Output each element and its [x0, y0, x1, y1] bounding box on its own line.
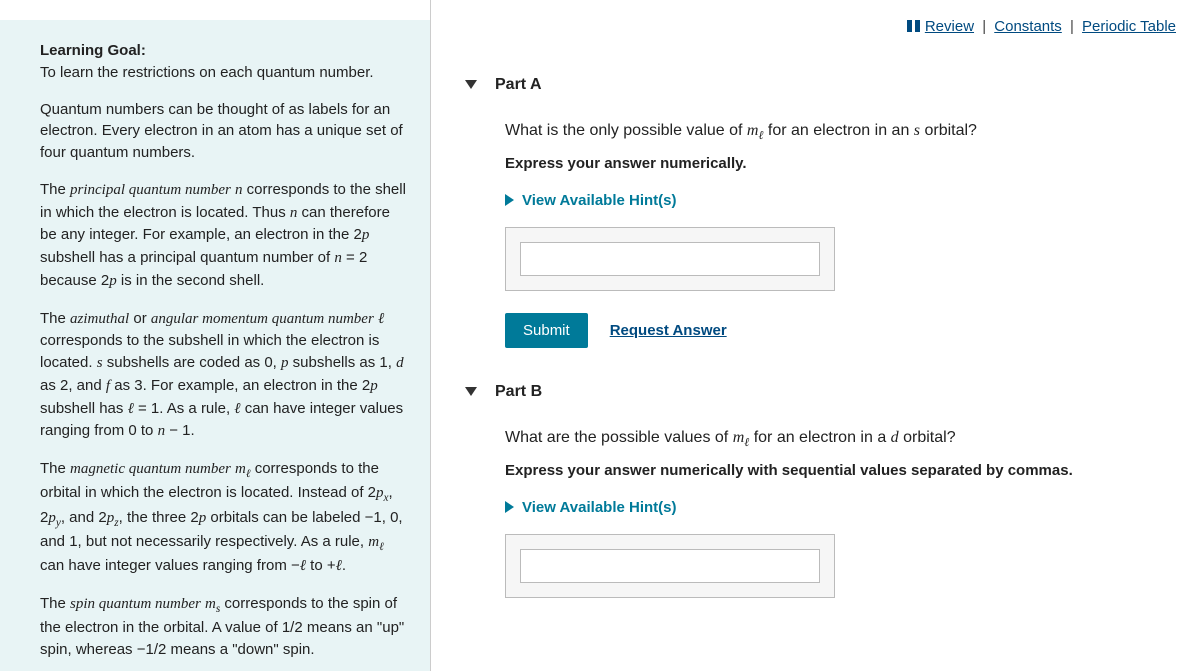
- part-b-question: What are the possible values of mℓ for a…: [505, 429, 1176, 450]
- part-a-body: What is the only possible value of mℓ fo…: [505, 122, 1176, 348]
- expand-icon: [505, 194, 514, 206]
- azimuthal-paragraph: The azimuthal or angular momentum quantu…: [40, 308, 408, 444]
- part-b-body: What are the possible values of mℓ for a…: [505, 429, 1176, 598]
- part-a-instruction: Express your answer numerically.: [505, 155, 1176, 172]
- part-a-title: Part A: [495, 76, 542, 94]
- submit-button[interactable]: Submit: [505, 313, 588, 348]
- part-b-header[interactable]: Part B: [465, 383, 1176, 401]
- top-links: Review | Constants | Periodic Table: [455, 18, 1176, 36]
- learning-goal: Learning Goal: To learn the restrictions…: [40, 40, 408, 84]
- constants-link[interactable]: Constants: [994, 18, 1062, 35]
- question-panel: Review | Constants | Periodic Table Part…: [430, 0, 1200, 671]
- collapse-icon[interactable]: [465, 387, 477, 396]
- review-link[interactable]: Review: [925, 18, 974, 35]
- expand-icon: [505, 501, 514, 513]
- intro-paragraph: Quantum numbers can be thought of as lab…: [40, 99, 408, 164]
- hints-label: View Available Hint(s): [522, 499, 677, 516]
- magnetic-paragraph: The magnetic quantum number mℓ correspon…: [40, 458, 408, 578]
- part-a-actions: Submit Request Answer: [505, 313, 1176, 348]
- spin-paragraph: The spin quantum number ms corresponds t…: [40, 593, 408, 661]
- learning-goal-label: Learning Goal:: [40, 42, 146, 59]
- learning-goal-text: To learn the restrictions on each quantu…: [40, 64, 374, 81]
- hints-label: View Available Hint(s): [522, 192, 677, 209]
- request-answer-link[interactable]: Request Answer: [610, 322, 727, 339]
- collapse-icon[interactable]: [465, 80, 477, 89]
- part-a-question: What is the only possible value of mℓ fo…: [505, 122, 1176, 143]
- pause-icon: [907, 19, 921, 36]
- part-b-hints-toggle[interactable]: View Available Hint(s): [505, 499, 1176, 516]
- periodic-table-link[interactable]: Periodic Table: [1082, 18, 1176, 35]
- part-b-answer-wrap: [505, 534, 835, 598]
- part-a-header[interactable]: Part A: [465, 76, 1176, 94]
- part-a-hints-toggle[interactable]: View Available Hint(s): [505, 192, 1176, 209]
- learning-goal-panel: Learning Goal: To learn the restrictions…: [0, 20, 430, 671]
- part-a-answer-input[interactable]: [520, 242, 820, 276]
- part-b-title: Part B: [495, 383, 542, 401]
- principal-paragraph: The principal quantum number n correspon…: [40, 179, 408, 293]
- part-b-instruction: Express your answer numerically with seq…: [505, 462, 1176, 479]
- part-a-answer-wrap: [505, 227, 835, 291]
- part-b-answer-input[interactable]: [520, 549, 820, 583]
